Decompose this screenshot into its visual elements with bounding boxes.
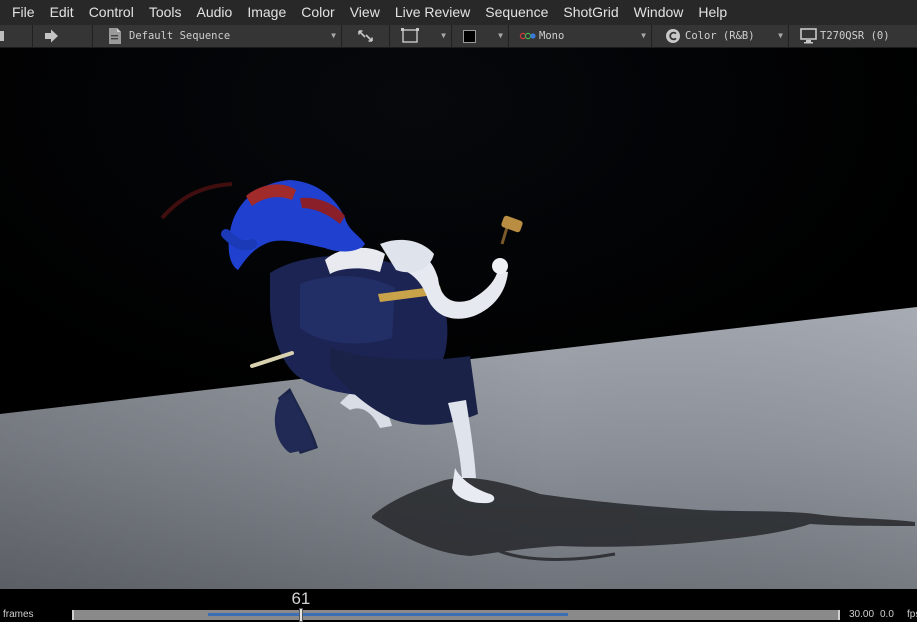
frames-unit-label: frames	[3, 609, 34, 620]
in-out-range	[208, 613, 569, 616]
chevron-down-icon: ▼	[331, 31, 336, 40]
fps-unit-label: fps	[907, 609, 917, 620]
rv-player-window: File Edit Control Tools Audio Image Colo…	[0, 0, 917, 622]
display-dropdown[interactable]: T270QSR (0)	[789, 25, 917, 47]
image-viewer[interactable]	[0, 48, 917, 589]
color-swatch-icon	[463, 29, 476, 43]
offset-readout: 0.0	[880, 609, 894, 620]
menu-tools[interactable]: Tools	[142, 0, 190, 25]
menu-window[interactable]: Window	[627, 0, 692, 25]
channel-label: Mono	[539, 30, 565, 42]
chevron-down-icon: ▼	[778, 31, 783, 40]
display-label: T270QSR (0)	[820, 30, 890, 42]
menu-shotgrid[interactable]: ShotGrid	[556, 0, 626, 25]
menu-file[interactable]: File	[0, 0, 43, 25]
copyright-c-icon	[666, 29, 680, 43]
chevron-down-icon: ▼	[498, 31, 503, 40]
monitor-icon	[800, 28, 817, 44]
menu-color[interactable]: Color	[294, 0, 342, 25]
timeline-bar: frames 61 30.00 0.0 fps	[0, 589, 917, 622]
document-icon	[109, 28, 121, 44]
expand-arrows-icon	[358, 30, 373, 42]
background-swatch-dropdown[interactable]: ▼	[452, 25, 509, 47]
menu-edit[interactable]: Edit	[43, 0, 82, 25]
channel-dropdown[interactable]: Mono ▼	[509, 25, 652, 47]
rendered-frame	[0, 48, 917, 589]
sequence-dropdown[interactable]: Default Sequence ▼	[93, 25, 342, 47]
color-label: Color (R&B)	[685, 30, 755, 42]
sequence-label: Default Sequence	[129, 30, 231, 42]
menu-audio[interactable]: Audio	[190, 0, 241, 25]
fit-button[interactable]	[342, 25, 390, 47]
menu-image[interactable]: Image	[240, 0, 294, 25]
frame-dropdown[interactable]: ▼	[390, 25, 452, 47]
fps-readout[interactable]: 30.00	[849, 609, 874, 620]
bar-icon	[0, 31, 4, 41]
menu-sequence[interactable]: Sequence	[478, 0, 556, 25]
toolbar: Default Sequence ▼ ▼ ▼ Mono ▼ Color (R&B…	[0, 25, 917, 48]
menu-view[interactable]: View	[343, 0, 388, 25]
chevron-down-icon: ▼	[641, 31, 646, 40]
color-dropdown[interactable]: Color (R&B) ▼	[652, 25, 789, 47]
arrow-right-icon	[45, 29, 58, 43]
playhead-handle[interactable]	[298, 608, 303, 622]
timeline-track[interactable]	[72, 608, 840, 622]
menu-live-review[interactable]: Live Review	[388, 0, 478, 25]
rgb-dots-icon	[519, 32, 536, 40]
menu-help[interactable]: Help	[691, 0, 735, 25]
next-button[interactable]	[33, 25, 93, 47]
current-frame-number: 61	[291, 589, 311, 608]
chevron-down-icon: ▼	[441, 31, 446, 40]
menu-bar: File Edit Control Tools Audio Image Colo…	[0, 0, 917, 25]
frame-icon	[401, 28, 419, 43]
toolbar-left-stub[interactable]	[0, 25, 33, 47]
menu-control[interactable]: Control	[82, 0, 142, 25]
